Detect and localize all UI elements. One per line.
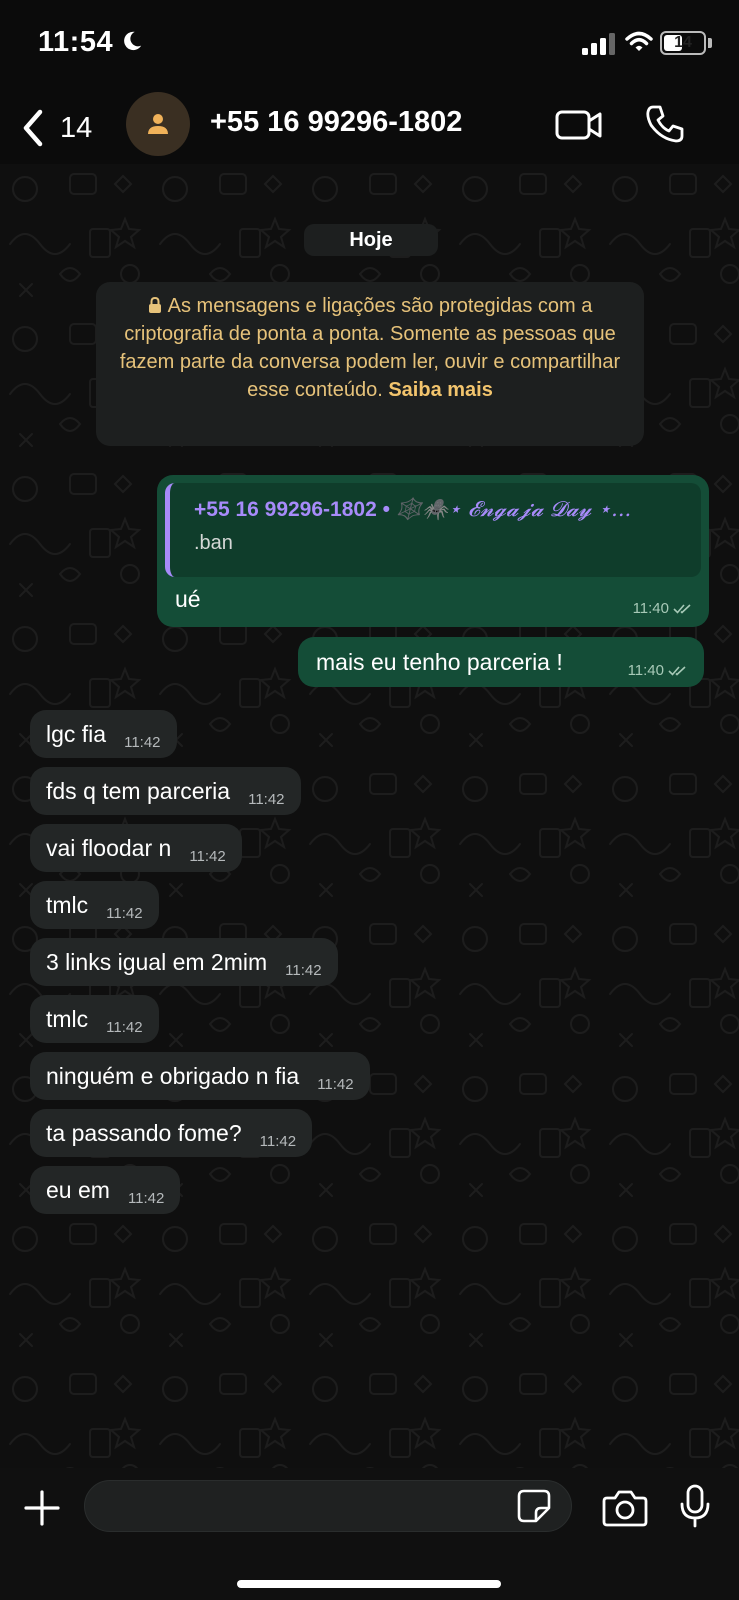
moon-icon xyxy=(124,31,142,51)
signal-icon xyxy=(582,33,615,55)
learn-more-link[interactable]: Saiba mais xyxy=(388,379,493,401)
incoming-message[interactable]: tmlc 11:42 xyxy=(30,995,159,1043)
message-time: 11:40 xyxy=(627,662,664,679)
message-time: 11:42 xyxy=(127,1189,165,1207)
person-icon xyxy=(148,114,168,134)
message-text: lgc fia xyxy=(46,720,107,747)
back-button[interactable]: 14 xyxy=(20,106,92,150)
message-text: ninguém e obrigado n fia xyxy=(46,1062,300,1089)
message-time: 11:42 xyxy=(259,1132,297,1150)
status-bar: 11:54 14 xyxy=(0,0,739,90)
incoming-message[interactable]: tmlc 11:42 xyxy=(30,881,159,929)
message-text: fds q tem parceria xyxy=(46,777,231,804)
camera-icon[interactable] xyxy=(602,1488,648,1528)
encryption-notice-text: As mensagens e ligações são protegidas c… xyxy=(119,295,621,401)
incoming-message[interactable]: fds q tem parceria 11:42 xyxy=(30,767,301,815)
back-chevron-icon xyxy=(23,109,43,147)
battery-icon: 14 xyxy=(660,31,706,55)
quoted-message[interactable]: +55 16 99296-1802 • 🕸️🕷️⋆ 𝓔𝓷𝓰𝓪𝓳𝓪 𝓓𝓪𝔂 ⋆..… xyxy=(165,483,701,577)
incoming-message[interactable]: ninguém e obrigado n fia 11:42 xyxy=(30,1052,370,1100)
incoming-message[interactable]: eu em 11:42 xyxy=(30,1166,181,1214)
wifi-icon xyxy=(625,31,653,51)
message-time: 11:42 xyxy=(248,790,285,808)
message-meta: 11:40 xyxy=(633,600,693,617)
quoted-sender-number: +55 16 99296-1802 xyxy=(194,498,377,521)
video-icon[interactable] xyxy=(555,108,603,142)
outgoing-message[interactable]: mais eu tenho parceria ! 11:40 xyxy=(298,637,704,687)
phone-icon[interactable] xyxy=(645,104,685,144)
message-text: eu em xyxy=(46,1176,110,1203)
message-time: 11:42 xyxy=(285,961,322,979)
double-check-icon xyxy=(668,665,686,676)
message-time: 11:42 xyxy=(106,1018,143,1036)
outgoing-message[interactable]: +55 16 99296-1802 • 🕸️🕷️⋆ 𝓔𝓷𝓰𝓪𝓳𝓪 𝓓𝓪𝔂 ⋆..… xyxy=(157,475,709,627)
message-text: 3 links igual em 2mim xyxy=(46,948,268,975)
message-text: ta passando fome? xyxy=(46,1119,242,1146)
encryption-notice[interactable]: As mensagens e ligações são protegidas c… xyxy=(96,282,644,446)
contact-name[interactable]: +55 16 99296-1802 xyxy=(210,106,462,139)
incoming-message[interactable]: vai floodar n 11:42 xyxy=(30,824,242,872)
message-input[interactable] xyxy=(84,1480,572,1532)
quoted-sender: +55 16 99296-1802 • 🕸️🕷️⋆ 𝓔𝓷𝓰𝓪𝓳𝓪 𝓓𝓪𝔂 ⋆..… xyxy=(194,497,632,521)
message-time: 11:42 xyxy=(317,1075,354,1093)
incoming-message[interactable]: ta passando fome? 11:42 xyxy=(30,1109,313,1157)
message-text: vai floodar n xyxy=(46,834,172,861)
date-divider: Hoje xyxy=(304,224,438,256)
status-time: 11:54 xyxy=(38,26,114,58)
plus-icon[interactable] xyxy=(22,1488,62,1528)
quoted-group-name: 🕸️🕷️⋆ 𝓔𝓷𝓰𝓪𝓳𝓪 𝓓𝓪𝔂 ⋆... xyxy=(395,497,632,521)
message-time: 11:40 xyxy=(632,600,669,617)
message-text: ué xyxy=(175,586,201,612)
message-time: 11:42 xyxy=(106,904,143,922)
incoming-message[interactable]: lgc fia 11:42 xyxy=(30,710,177,758)
message-time: 11:42 xyxy=(189,847,226,865)
home-indicator[interactable] xyxy=(237,1580,501,1588)
battery-level: 14 xyxy=(674,34,692,51)
message-text: tmlc xyxy=(46,891,89,918)
message-time: 11:42 xyxy=(124,733,161,751)
double-check-icon xyxy=(673,603,691,614)
chat-header: 14 +55 16 99296-1802 xyxy=(0,90,739,164)
message-meta: 11:40 xyxy=(628,662,688,679)
sticker-icon[interactable] xyxy=(516,1488,552,1524)
quoted-text: .ban xyxy=(194,532,233,554)
message-text: mais eu tenho parceria ! xyxy=(316,648,563,675)
message-text: tmlc xyxy=(46,1005,89,1032)
incoming-message[interactable]: 3 links igual em 2mim 11:42 xyxy=(30,938,338,986)
message-composer xyxy=(0,1468,739,1600)
unread-count: 14 xyxy=(60,111,93,144)
mic-icon[interactable] xyxy=(678,1484,712,1528)
lock-icon xyxy=(148,297,161,313)
chat-area[interactable]: Hoje As mensagens e ligações são protegi… xyxy=(0,164,739,1468)
avatar[interactable] xyxy=(126,92,190,156)
